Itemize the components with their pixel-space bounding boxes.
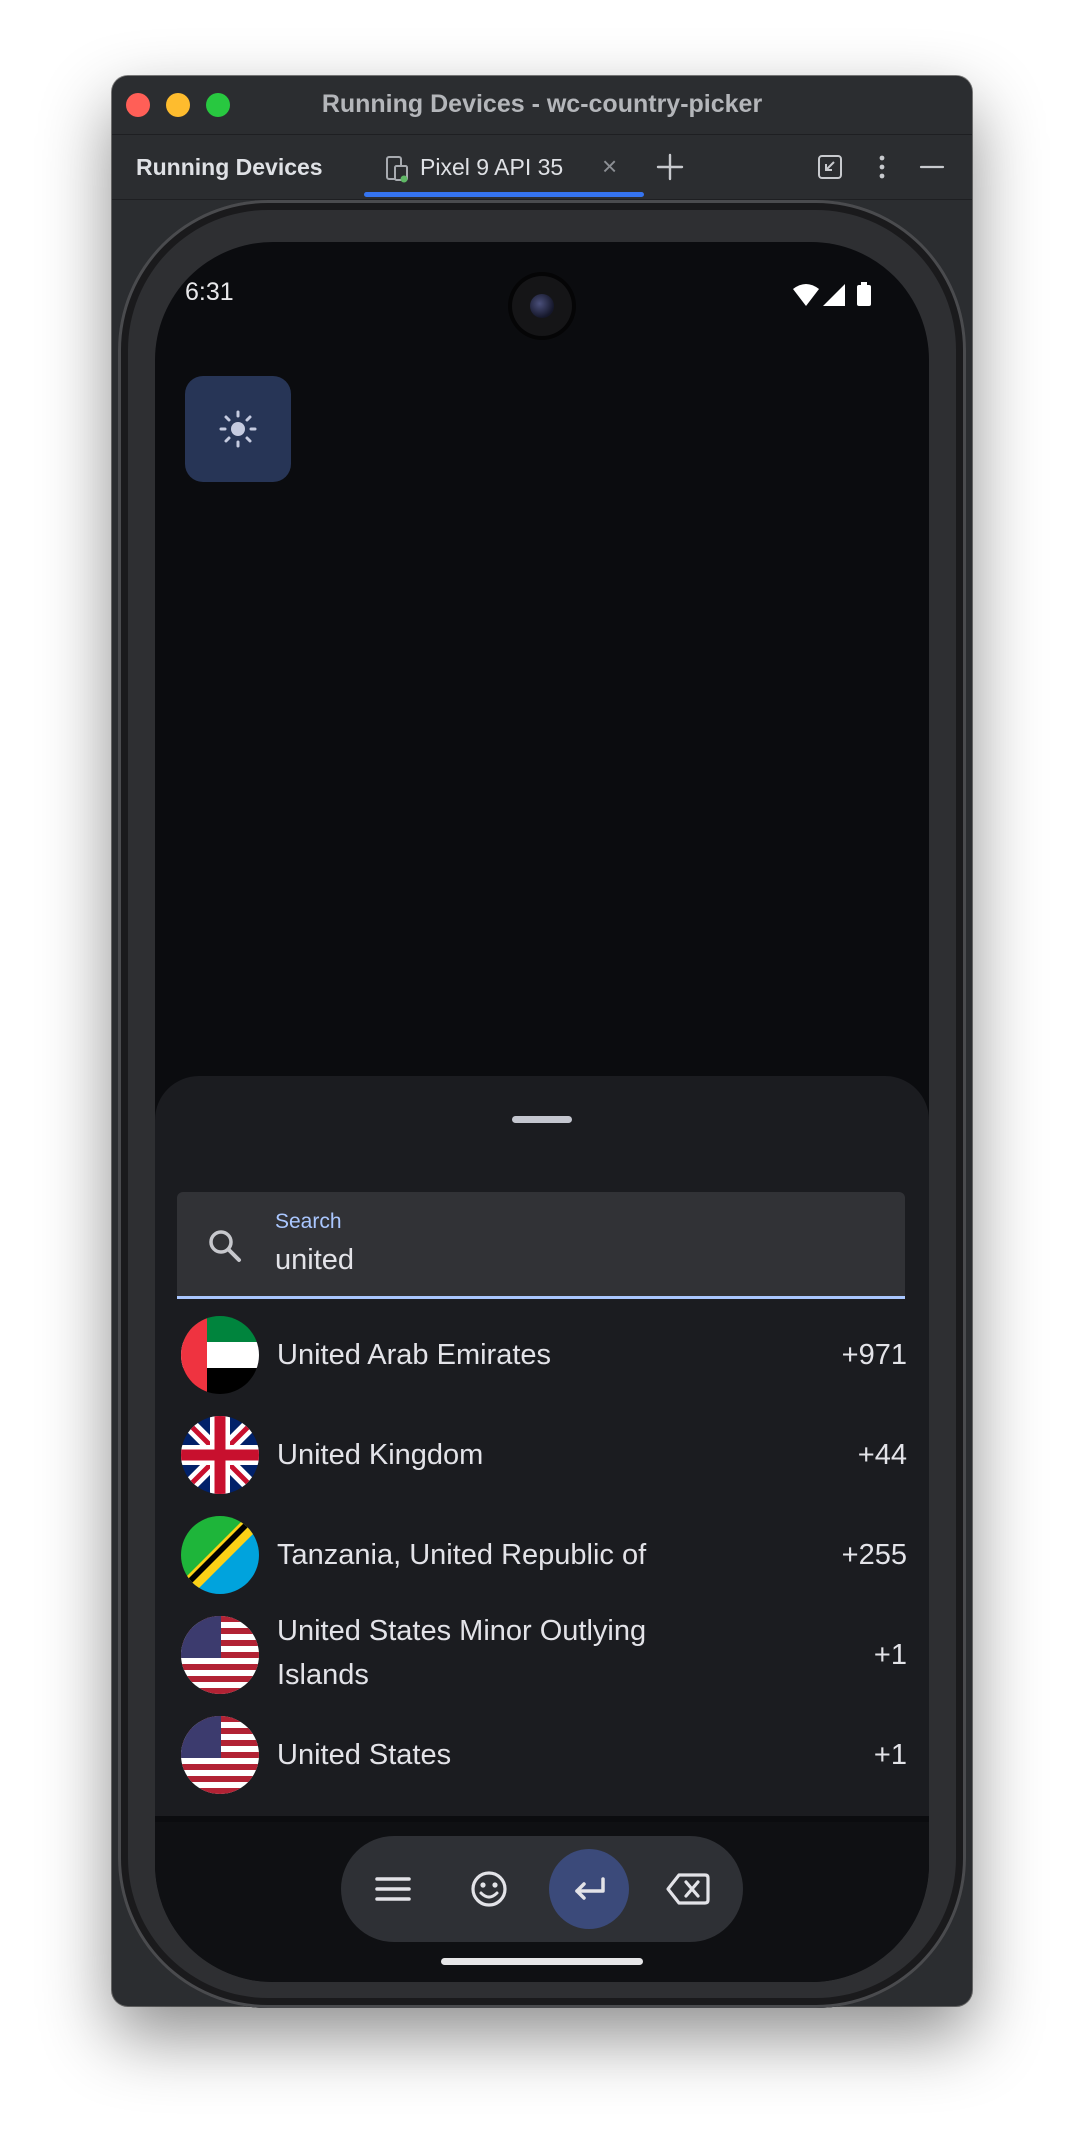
dial-code: +1	[873, 1639, 907, 1671]
device-tab-label: Pixel 9 API 35	[420, 154, 564, 180]
keyboard-action-pill	[341, 1836, 743, 1942]
list-item[interactable]: United States +1	[155, 1704, 929, 1804]
hide-panel-icon[interactable]	[914, 149, 950, 185]
keyboard-toolbar	[155, 1822, 929, 1982]
front-camera	[512, 276, 572, 336]
country-picker-sheet: Search united United Arab Emirates +971	[155, 1076, 929, 1816]
backspace-button[interactable]	[645, 1849, 725, 1929]
menu-icon	[375, 1877, 411, 1901]
battery-icon	[857, 285, 871, 306]
title-bar: Running Devices - wc-country-picker	[112, 76, 972, 135]
backspace-icon	[666, 1873, 710, 1905]
list-item[interactable]: Tanzania, United Republic of +255	[155, 1504, 929, 1604]
add-device-icon[interactable]	[652, 149, 688, 185]
collapse-window-icon[interactable]	[812, 149, 848, 185]
list-item[interactable]: United Arab Emirates +971	[155, 1306, 929, 1404]
enter-button[interactable]	[549, 1849, 629, 1929]
active-tab-indicator	[364, 192, 644, 197]
enter-icon	[575, 1877, 605, 1900]
emoji-button[interactable]	[449, 1849, 529, 1929]
brightness-icon	[219, 410, 257, 448]
search-icon	[209, 1230, 241, 1262]
search-input[interactable]: Search united	[177, 1192, 905, 1299]
list-item[interactable]: United Kingdom +44	[155, 1404, 929, 1504]
list-item[interactable]: United States Minor Outlying Islands +1	[155, 1604, 929, 1704]
window-title: Running Devices - wc-country-picker	[321, 90, 763, 118]
close-tab-icon[interactable]: ×	[602, 151, 617, 182]
country-name: United States	[277, 1739, 452, 1771]
country-name: Tanzania, United Republic of	[277, 1539, 647, 1571]
search-label: Search	[275, 1210, 342, 1233]
country-name: United Arab Emirates	[277, 1339, 552, 1371]
um-flag-icon	[181, 1616, 259, 1694]
keyboard-menu-button[interactable]	[353, 1849, 433, 1929]
status-time: 6:31	[185, 278, 234, 306]
tab-pixel-9-api-35[interactable]: Pixel 9 API 35 ×	[362, 135, 644, 199]
gb-flag-icon	[181, 1416, 259, 1494]
phone-screen: 6:31 Search united United Arab Emirates …	[155, 242, 929, 1982]
sheet-drag-handle[interactable]	[512, 1116, 572, 1123]
status-icons	[793, 282, 871, 306]
dial-code: +971	[841, 1339, 907, 1371]
ae-flag-icon	[181, 1316, 259, 1394]
wifi-icon	[793, 284, 819, 306]
signal-icon	[823, 284, 845, 306]
us-flag-icon	[181, 1716, 259, 1794]
country-name: United States Minor Outlying Islands	[277, 1615, 647, 1691]
dial-code: +1	[873, 1739, 907, 1771]
emoji-icon	[471, 1871, 507, 1907]
dial-code: +44	[857, 1439, 907, 1471]
device-icon	[386, 156, 408, 183]
gesture-nav-bar[interactable]	[441, 1958, 643, 1965]
theme-toggle-button[interactable]	[185, 376, 291, 482]
country-name: United Kingdom	[277, 1439, 484, 1471]
dial-code: +255	[841, 1539, 907, 1571]
more-options-icon[interactable]	[864, 149, 900, 185]
tz-flag-icon	[181, 1516, 259, 1594]
search-value: united	[275, 1244, 355, 1276]
running-devices-toolbar: Running Devices Pixel 9 API 35 ×	[112, 135, 972, 200]
tool-window-title: Running Devices	[136, 154, 323, 180]
